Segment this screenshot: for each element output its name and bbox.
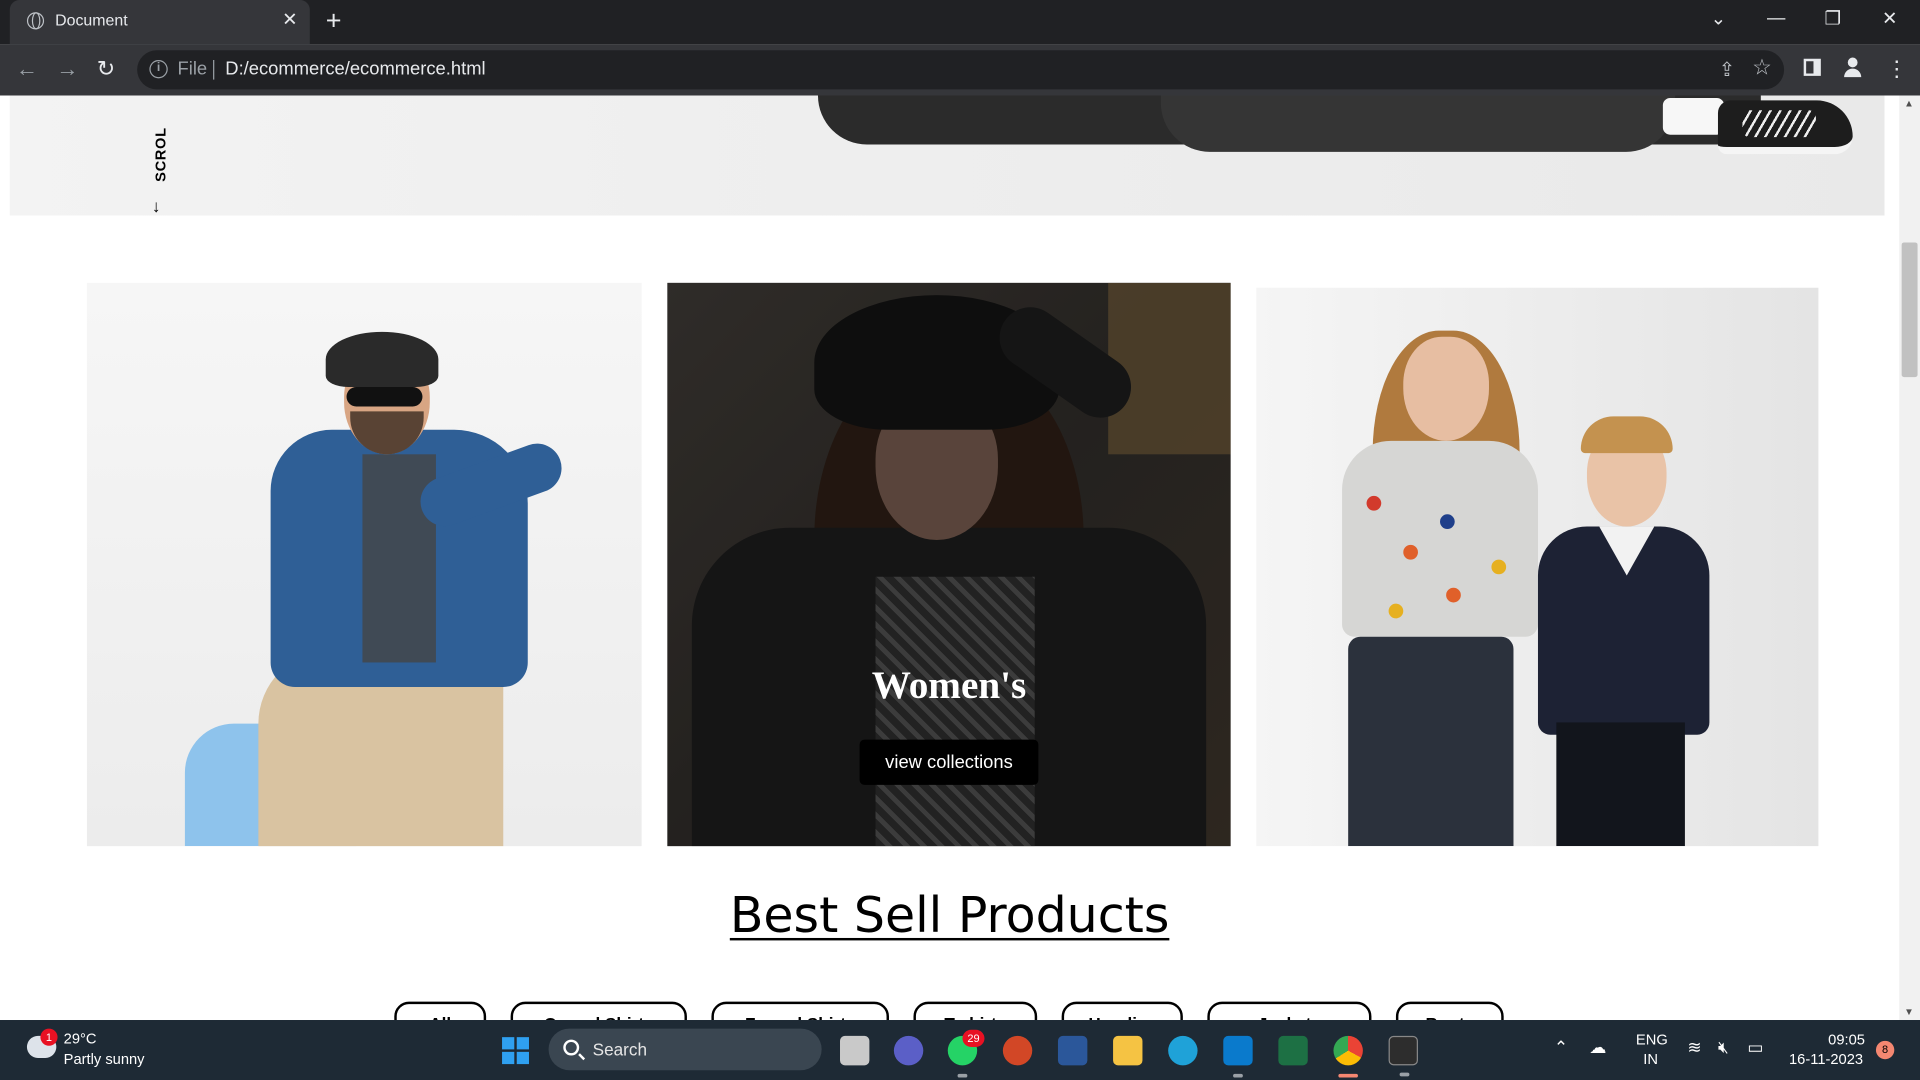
- sweater-pompom: [1366, 495, 1382, 511]
- url-separator: [213, 60, 215, 80]
- tab-title: Document: [55, 11, 128, 30]
- men-hat: [325, 331, 439, 387]
- bookmark-star-icon[interactable]: ☆: [1752, 55, 1772, 81]
- sweater-pompom: [1388, 603, 1404, 619]
- taskbar-search-label: Search: [592, 1039, 647, 1060]
- category-card-women[interactable]: Women's view collections: [667, 282, 1231, 847]
- page-viewport: SCROL ↓ Women's view collections Best Se…: [0, 95, 1920, 1021]
- scrollbar-thumb[interactable]: [1901, 242, 1918, 378]
- scroll-up-arrow-icon[interactable]: ▲: [1904, 98, 1914, 109]
- kids-girl-face: [1403, 336, 1489, 441]
- weather-temperature[interactable]: 29°C: [64, 1030, 97, 1047]
- share-icon[interactable]: ⇪: [1719, 58, 1735, 82]
- browser-tab[interactable]: Document ✕: [9, 0, 310, 45]
- teams-chat-icon[interactable]: [893, 1035, 924, 1066]
- vscode-icon[interactable]: [1223, 1035, 1253, 1078]
- back-arrow-icon[interactable]: ←: [16, 56, 38, 80]
- category-card-men[interactable]: [86, 282, 642, 847]
- kids-boy-hair: [1580, 416, 1673, 454]
- kebab-menu-icon[interactable]: ⋮: [1886, 56, 1908, 80]
- hero-sock: [1662, 97, 1725, 135]
- filter-button-casual-shirts[interactable]: Casual Shirts: [510, 1001, 687, 1021]
- taskbar-search-box[interactable]: Search: [548, 1028, 822, 1071]
- hero-banner-image: [9, 95, 1885, 216]
- url-text[interactable]: D:/ecommerce/ecommerce.html: [225, 59, 485, 80]
- browser-tabstrip: Document ✕ + ⌄ — ❐ ✕: [0, 0, 1920, 45]
- kids-boy-pants: [1556, 722, 1685, 847]
- filter-button-all[interactable]: All: [394, 1001, 487, 1021]
- filter-button-boots[interactable]: Boots: [1395, 1001, 1504, 1021]
- input-region[interactable]: IN: [1643, 1051, 1658, 1068]
- category-card-kids[interactable]: [1256, 287, 1819, 847]
- new-tab-button[interactable]: +: [326, 6, 342, 35]
- windows-start-icon[interactable]: [502, 1037, 529, 1065]
- view-collections-button[interactable]: view collections: [859, 739, 1039, 785]
- whatsapp-badge: 29: [962, 1029, 985, 1047]
- filter-button-hoodies[interactable]: Hoodies: [1061, 1001, 1183, 1021]
- side-panel-icon[interactable]: [1803, 58, 1821, 76]
- show-hidden-icons-chevron-icon[interactable]: ⌃: [1554, 1037, 1568, 1058]
- windows-taskbar: 1 29°C Partly sunny Search 29 ⌃ ☁ ENG IN…: [0, 1020, 1920, 1080]
- search-highlight-art-icon: [753, 1035, 814, 1064]
- best-sell-products-heading: Best Sell Products: [729, 887, 1170, 945]
- sweater-pompom: [1440, 514, 1455, 529]
- reload-icon[interactable]: ↻: [97, 56, 115, 80]
- clock-date[interactable]: 16-11-2023: [1789, 1051, 1863, 1068]
- page-scrollbar[interactable]: ▲ ▼: [1899, 95, 1920, 1021]
- filter-button-tshirts[interactable]: T-shirts: [913, 1001, 1038, 1021]
- address-bar[interactable]: i File D:/ecommerce/ecommerce.html ⇪ ☆: [137, 50, 1785, 90]
- browser-toolbar: ← → ↻ i File D:/ecommerce/ecommerce.html…: [0, 44, 1920, 96]
- product-filter-bar: All Casual Shirts Formal Shirts T-shirts…: [0, 1001, 1899, 1021]
- weather-description[interactable]: Partly sunny: [64, 1051, 145, 1068]
- minimize-button[interactable]: —: [1767, 7, 1785, 28]
- search-icon: [563, 1039, 580, 1056]
- word-icon[interactable]: [1057, 1035, 1088, 1066]
- wifi-icon[interactable]: ≋: [1687, 1037, 1701, 1058]
- profile-icon[interactable]: [1843, 57, 1863, 78]
- restore-button[interactable]: ❐: [1825, 7, 1841, 30]
- excel-icon[interactable]: [1278, 1035, 1308, 1066]
- battery-icon[interactable]: ▭: [1747, 1037, 1763, 1058]
- scroll-down-arrow-icon[interactable]: ↓: [152, 196, 161, 216]
- kids-girl-jeans: [1348, 636, 1514, 847]
- scroll-hint-label: SCROL: [151, 127, 169, 182]
- scroll-down-small-arrow-icon[interactable]: ▼: [1904, 1007, 1914, 1018]
- sweater-pompom: [1446, 587, 1461, 603]
- file-explorer-icon[interactable]: [1113, 1035, 1143, 1066]
- women-card-title: Women's: [871, 662, 1027, 707]
- info-icon[interactable]: i: [149, 60, 168, 79]
- notification-badge[interactable]: 8: [1875, 1040, 1895, 1060]
- filter-button-formal-shirts[interactable]: Formal Shirts: [711, 1001, 889, 1021]
- volume-muted-icon[interactable]: 🔇︎: [1718, 1037, 1729, 1058]
- powerpoint-icon[interactable]: [1002, 1035, 1033, 1066]
- kids-girl-sweater: [1342, 440, 1538, 637]
- chrome-icon[interactable]: [1333, 1035, 1363, 1078]
- men-sunglasses: [346, 386, 423, 407]
- weather-badge: 1: [40, 1028, 58, 1046]
- close-tab-icon[interactable]: ✕: [282, 10, 297, 32]
- terminal-icon[interactable]: [1388, 1035, 1418, 1077]
- input-language[interactable]: ENG: [1636, 1031, 1668, 1048]
- tab-search-dropdown-icon[interactable]: ⌄: [1711, 7, 1726, 30]
- forward-arrow-icon[interactable]: →: [56, 56, 78, 80]
- close-window-button[interactable]: ✕: [1882, 7, 1897, 30]
- url-scheme: File: [177, 58, 208, 80]
- clock-time[interactable]: 09:05: [1828, 1031, 1865, 1048]
- hero-sneaker: [1717, 100, 1853, 155]
- hero-legs-shadow: [1160, 95, 1676, 152]
- onedrive-cloud-icon[interactable]: ☁: [1589, 1037, 1606, 1058]
- sweater-pompom: [1403, 544, 1418, 560]
- task-view-icon[interactable]: [840, 1035, 870, 1066]
- filter-button-jackets[interactable]: Jackets: [1207, 1001, 1372, 1021]
- globe-icon: [26, 12, 45, 30]
- edge-icon[interactable]: [1168, 1035, 1198, 1066]
- sweater-pompom: [1491, 559, 1507, 575]
